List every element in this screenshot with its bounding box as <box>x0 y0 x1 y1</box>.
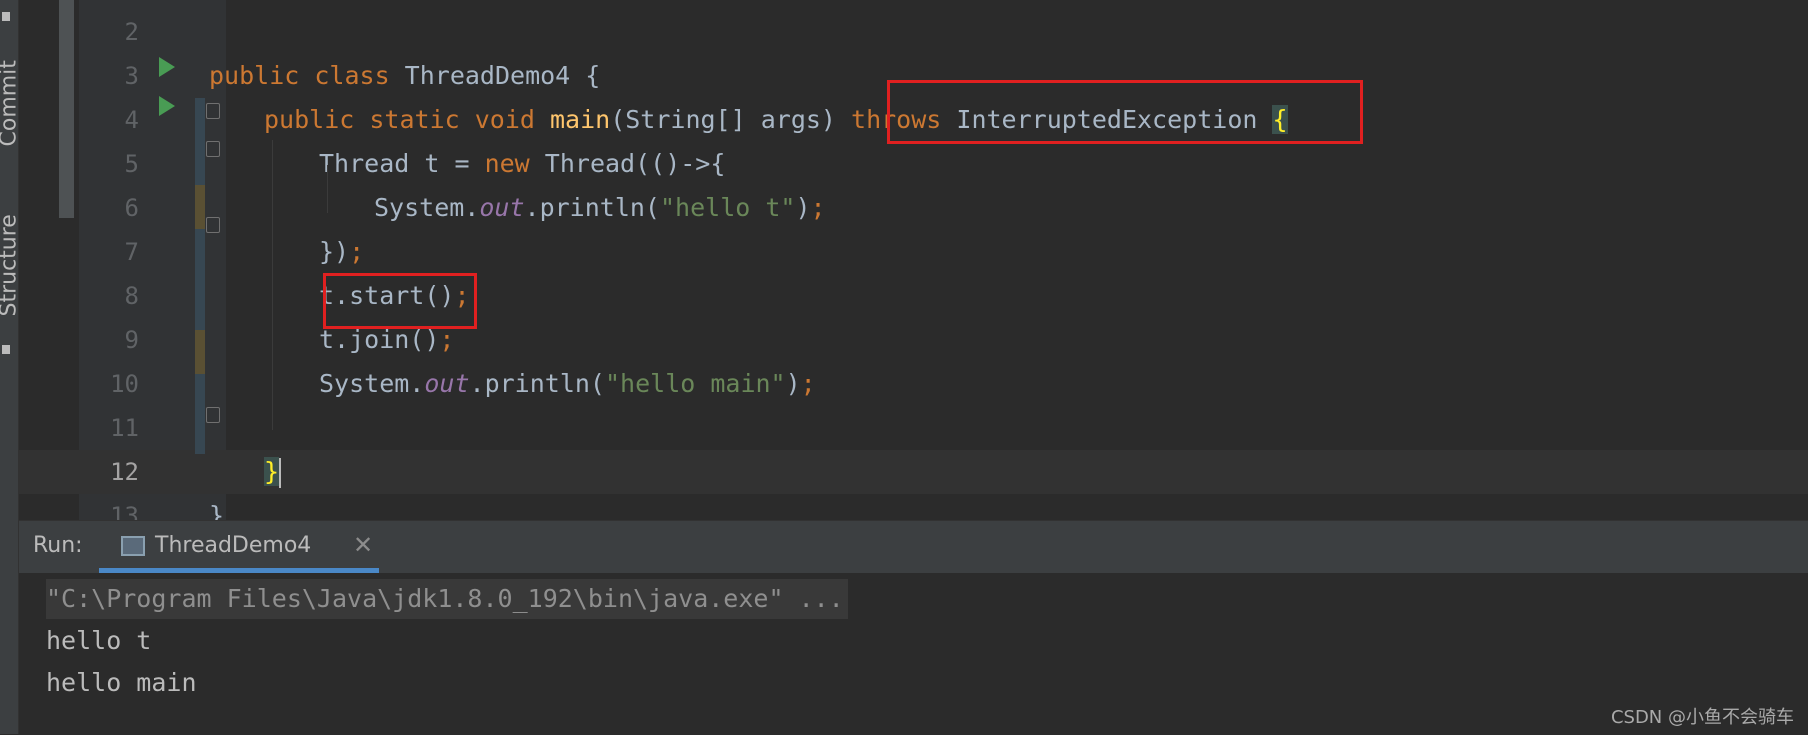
code-line[interactable]: 10 System.out.println("hello main"); <box>19 362 1808 406</box>
line-number: 3 <box>124 62 139 90</box>
code-line[interactable]: 5 Thread t = new Thread(()->{ <box>19 142 1808 186</box>
code-token: (String[] args) <box>610 105 852 134</box>
code-token: ) <box>785 369 801 398</box>
code-token: } <box>209 501 225 520</box>
commit-tool-icon[interactable] <box>2 12 10 21</box>
fold-icon[interactable] <box>206 217 220 233</box>
line-number: 6 <box>124 194 139 222</box>
code-line[interactable]: 13} <box>19 494 1808 520</box>
code-token: "hello t" <box>659 193 796 222</box>
code-token: new <box>484 149 545 178</box>
run-panel: Run: ThreadDemo4 ✕ "C:\Program Files\Jav… <box>19 520 1808 735</box>
join-highlight-box <box>323 273 477 329</box>
close-icon[interactable]: ✕ <box>353 531 373 559</box>
active-tab-indicator <box>99 568 379 573</box>
code-editor[interactable]: 2 3 public class ThreadDemo4 { 4 public stat… <box>19 0 1808 520</box>
line-number: 10 <box>110 370 139 398</box>
code-line[interactable]: 9 t.join(); <box>19 318 1808 362</box>
code-token: }) <box>319 237 350 266</box>
code-token: public class <box>209 61 405 90</box>
code-text: System.out.println("hello main"); <box>319 362 816 406</box>
text-caret <box>279 458 282 488</box>
code-line[interactable]: 8 t.start(); <box>19 274 1808 318</box>
console-output-line: hello main <box>46 668 197 697</box>
code-token: Thread(()->{ <box>544 149 726 178</box>
code-token: public static void <box>264 105 550 134</box>
left-tool-strip: Commit Structure <box>0 0 22 734</box>
indent-guide <box>327 165 328 213</box>
code-token: "hello main" <box>604 369 786 398</box>
line-number: 12 <box>110 458 139 486</box>
fold-icon[interactable] <box>206 141 220 157</box>
line-number: 7 <box>124 238 139 266</box>
code-token: out <box>424 369 470 398</box>
change-marker <box>195 185 205 229</box>
run-main-icon[interactable] <box>159 96 175 116</box>
code-token: ; <box>800 369 816 398</box>
code-token: ; <box>349 237 365 266</box>
line-number: 13 <box>110 502 139 520</box>
console-icon <box>121 536 145 556</box>
run-toolbar: Run: ThreadDemo4 ✕ <box>19 521 1808 573</box>
run-tab[interactable]: ThreadDemo4 ✕ <box>99 521 379 573</box>
code-line[interactable]: 6 System.out.println("hello t"); <box>19 186 1808 230</box>
fold-icon[interactable] <box>206 407 220 423</box>
change-marker <box>195 98 205 454</box>
code-line[interactable]: 2 <box>19 10 1808 54</box>
code-text: Thread t = new Thread(()->{ <box>319 142 725 186</box>
code-token: ) <box>795 193 811 222</box>
code-token: Thread t = <box>319 149 485 178</box>
line-number: 9 <box>124 326 139 354</box>
code-line[interactable]: 11 <box>19 406 1808 450</box>
watermark: CSDN @小鱼不会骑车 <box>1610 707 1794 728</box>
code-token: System. <box>374 193 480 222</box>
indent-guide <box>272 140 273 430</box>
code-token: ; <box>439 325 455 354</box>
fold-icon[interactable] <box>206 103 220 119</box>
line-number: 2 <box>124 18 139 46</box>
change-marker <box>195 330 205 374</box>
code-token: System. <box>319 369 425 398</box>
code-token: .println( <box>524 193 660 222</box>
console-command-line: "C:\Program Files\Java\jdk1.8.0_192\bin\… <box>46 579 848 619</box>
code-text: } <box>209 494 224 520</box>
line-number: 4 <box>124 106 139 134</box>
code-text: }); <box>319 230 364 274</box>
matched-brace: } <box>264 457 280 486</box>
run-tab-label: ThreadDemo4 <box>155 533 312 558</box>
line-number: 5 <box>124 150 139 178</box>
code-token: main <box>549 105 611 134</box>
run-class-icon[interactable] <box>159 57 175 77</box>
line-number: 8 <box>124 282 139 310</box>
code-token: .println( <box>469 369 605 398</box>
code-token: t.join() <box>319 325 440 354</box>
code-token: ; <box>810 193 826 222</box>
code-line[interactable]: 12} <box>19 450 1808 494</box>
line-number: 11 <box>110 414 139 442</box>
code-text: } <box>264 450 282 494</box>
console-output-line: hello t <box>46 626 152 655</box>
code-text: System.out.println("hello t"); <box>374 186 826 230</box>
structure-tool-icon[interactable] <box>2 345 10 354</box>
code-line[interactable]: 7}); <box>19 230 1808 274</box>
run-label: Run: <box>33 533 83 558</box>
throws-highlight-box <box>887 80 1363 144</box>
code-text: public class ThreadDemo4 { <box>209 54 600 98</box>
code-token: out <box>479 193 525 222</box>
code-token: ThreadDemo4 { <box>404 61 601 90</box>
